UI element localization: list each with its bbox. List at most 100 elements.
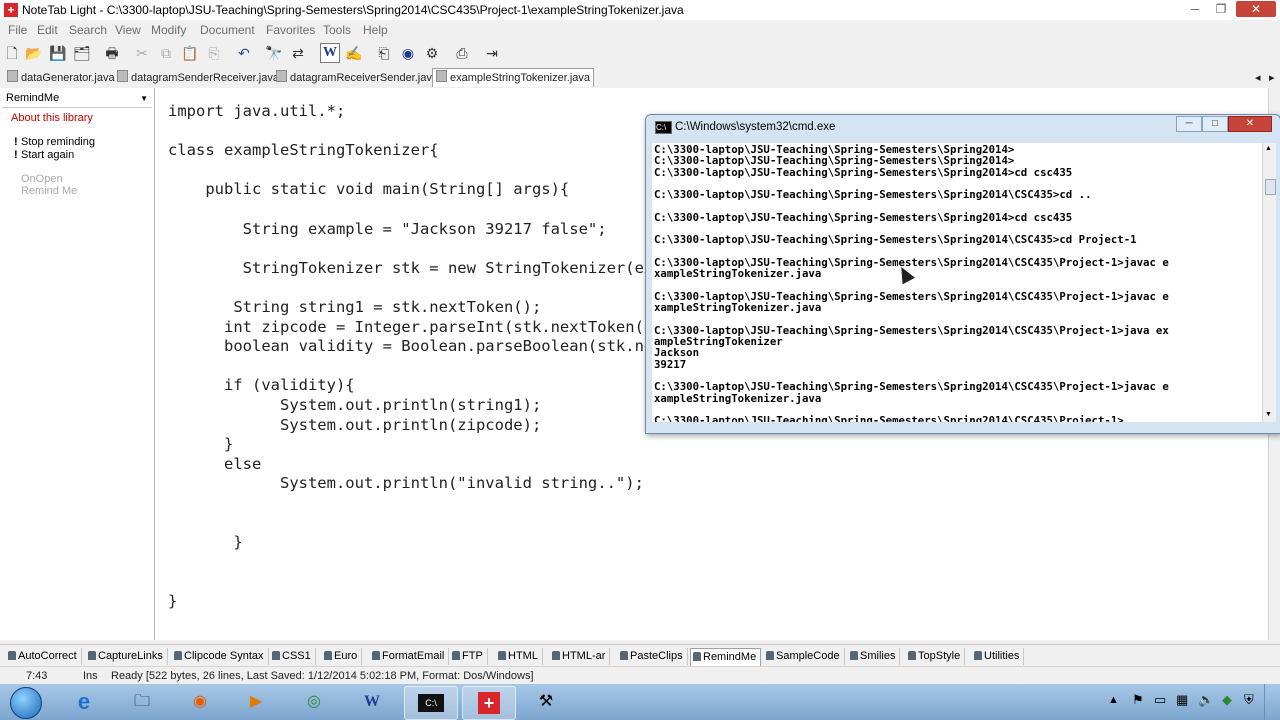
menu-help[interactable]: Help [363, 23, 388, 37]
book-icon [850, 651, 858, 660]
save-all-icon[interactable]: 🗂 [72, 43, 92, 63]
menu-document[interactable]: Document [200, 23, 255, 37]
open-icon[interactable]: 📂 [24, 43, 44, 63]
tool-icon[interactable]: ⚒ [520, 686, 572, 718]
window-title: NoteTab Light - C:\3300-laptop\JSU-Teach… [22, 3, 684, 17]
library-select[interactable]: RemindMe ▼ [2, 90, 152, 108]
menu-bar: File Edit Search View Modify Document Fa… [0, 20, 1280, 40]
find-icon[interactable]: 🔭 [264, 43, 284, 63]
clipbook-tab-samplecode[interactable]: SampleCode [764, 648, 845, 665]
clipbook-tab-formatemail[interactable]: FormatEmail [370, 648, 450, 665]
clipbook-tab-euro[interactable]: Euro [322, 648, 363, 665]
scroll-up-icon[interactable]: ▲ [1265, 145, 1272, 152]
firefox-icon[interactable]: ◉ [174, 686, 226, 718]
cmd-icon[interactable]: C:\ [404, 686, 458, 720]
clipbook-tab-capturelinks[interactable]: CaptureLinks [86, 648, 168, 665]
clipbook-tab-autocorrect[interactable]: AutoCorrect [6, 648, 82, 665]
replace-icon[interactable]: ⇄ [288, 43, 308, 63]
word-icon[interactable]: W [346, 686, 398, 718]
up-arrow-icon[interactable]: ▲ [1108, 694, 1119, 706]
menu-edit[interactable]: Edit [37, 23, 58, 37]
clipbook-tab-remindme[interactable]: RemindMe [690, 648, 762, 667]
tab-datagramsenderreceiver[interactable]: datagramSenderReceiver.java [114, 69, 282, 87]
clipbook-panel: RemindMe ▼ About this library ! Stop remi… [0, 88, 155, 640]
scroll-down-icon[interactable]: ▼ [1265, 411, 1272, 418]
tab-scroll-left-icon[interactable]: ◂ [1252, 69, 1264, 87]
word-icon[interactable]: W [320, 43, 340, 63]
book-icon [766, 651, 774, 660]
new-file-icon[interactable]: 🗋 [2, 43, 22, 63]
tab-datagramreceiversender[interactable]: datagramReceiverSender.java [273, 69, 441, 87]
tab-datagenerator[interactable]: dataGenerator.java [4, 69, 118, 87]
cmd-console[interactable]: C:\3300-laptop\JSU-Teaching\Spring-Semes… [652, 143, 1262, 422]
clipbook-tab-smilies[interactable]: Smilies [848, 648, 901, 665]
about-library-link[interactable]: About this library [11, 112, 93, 124]
print-icon[interactable]: 🖶 [102, 43, 122, 63]
clip-bullet: ! [14, 149, 18, 161]
cmd-minimize-button[interactable]: ─ [1176, 116, 1202, 132]
show-desktop-button[interactable] [1264, 684, 1279, 720]
copy-doc-icon[interactable]: ⎗ [374, 43, 394, 63]
book-icon [324, 651, 332, 660]
book-icon [693, 652, 701, 661]
clipbook-tab-css1[interactable]: CSS1 [270, 648, 316, 665]
browser-icon[interactable]: ◉ [398, 43, 418, 63]
toolbar: 🗋 📂 💾 🗂 🖶 ✂ ⧉ 📋 ⎘ ↶ 🔭 ⇄ W ✍ ⎗ ◉ ⚙ ⎙ ⇥ [0, 40, 1280, 67]
cmd-scrollbar[interactable]: ▲ ▼ [1262, 143, 1276, 422]
settings-icon[interactable]: ⚙ [422, 43, 442, 63]
cmd-maximize-button[interactable]: □ [1202, 116, 1228, 132]
menu-view[interactable]: View [115, 23, 141, 37]
paste-icon[interactable]: 📋 [180, 43, 200, 63]
file-explorer-icon[interactable]: 🗀 [116, 686, 168, 718]
menu-modify[interactable]: Modify [151, 23, 186, 37]
book-icon [498, 651, 506, 660]
ie-icon[interactable]: e [58, 686, 110, 718]
start-button[interactable] [4, 684, 48, 720]
tab-scroll-right-icon[interactable]: ▸ [1266, 69, 1278, 87]
notetab-icon[interactable]: + [462, 686, 516, 720]
notetab-app-icon[interactable]: + [4, 3, 18, 17]
clipbook-tab-pasteclips[interactable]: PasteClips [618, 648, 688, 665]
cmd-window[interactable]: C:\ C:\Windows\system32\cmd.exe ─ □ ✕ C:… [645, 114, 1280, 434]
copy-icon[interactable]: ⧉ [156, 43, 176, 63]
menu-favorites[interactable]: Favorites [266, 23, 315, 37]
update-icon[interactable]: ◆ [1222, 692, 1232, 708]
network-icon[interactable]: ▦ [1176, 692, 1188, 708]
clip-stop-reminding[interactable]: ! Stop reminding [14, 136, 95, 148]
file-info: Ready [522 bytes, 26 lines, Last Saved: … [111, 670, 534, 682]
file-icon [276, 70, 287, 82]
clipbook-tab-utilities[interactable]: Utilities [972, 648, 1025, 665]
clipbook-tab-html-ar[interactable]: HTML-ar [550, 648, 611, 665]
media-player-icon[interactable]: ▶ [230, 686, 282, 718]
volume-icon[interactable]: 🔈 [1198, 692, 1214, 708]
flag-icon[interactable]: ⚑ [1132, 692, 1144, 708]
safety-icon[interactable]: ⛨ [1244, 692, 1254, 708]
menu-file[interactable]: File [8, 23, 27, 37]
cmd-window-icon: C:\ [655, 121, 672, 134]
clipbook-tab-html[interactable]: HTML [496, 648, 543, 665]
tab-examplestringtokenizer[interactable]: exampleStringTokenizer.java [432, 68, 595, 87]
close-button[interactable]: ✕ [1236, 1, 1276, 17]
clipbook-tab-ftp[interactable]: FTP [450, 648, 488, 665]
cut-icon[interactable]: ✂ [132, 43, 152, 63]
cursor-position: 7:43 [26, 670, 48, 682]
maximize-button[interactable]: ❐ [1208, 1, 1234, 17]
menu-tools[interactable]: Tools [323, 23, 351, 37]
device-icon[interactable]: ▭ [1154, 692, 1166, 708]
clip-start-again[interactable]: ! Start again [14, 149, 74, 161]
cmd-scroll-thumb[interactable] [1265, 179, 1276, 195]
chrome-icon[interactable]: ◎ [288, 686, 340, 718]
exit-icon[interactable]: ⇥ [482, 43, 502, 63]
minimize-button[interactable]: ─ [1182, 1, 1208, 17]
clipbook-tab-topstyle[interactable]: TopStyle [906, 648, 966, 665]
clipboard-icon[interactable]: ⎘ [204, 43, 224, 63]
spell-icon[interactable]: ✍ [344, 43, 364, 63]
clip-icon[interactable]: ⎙ [452, 43, 472, 63]
book-icon [88, 651, 96, 660]
menu-search[interactable]: Search [69, 23, 107, 37]
cmd-close-button[interactable]: ✕ [1228, 116, 1272, 132]
clipbook-tab-clipcode-syntax[interactable]: Clipcode Syntax [172, 648, 269, 665]
book-icon [908, 651, 916, 660]
undo-icon[interactable]: ↶ [234, 43, 254, 63]
save-icon[interactable]: 💾 [48, 43, 68, 63]
